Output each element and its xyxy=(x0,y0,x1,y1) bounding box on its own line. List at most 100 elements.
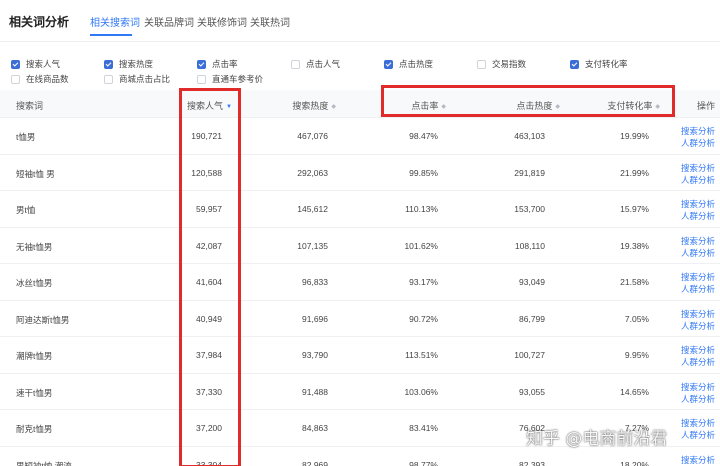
page-header: 相关词分析 相关搜索词 关联品牌词 关联修饰词 关联热词 xyxy=(0,0,720,42)
search-analysis-link[interactable]: 搜索分析 xyxy=(681,198,715,210)
table-row xyxy=(0,301,720,337)
checkbox-click-popularity[interactable]: 点击人气 xyxy=(291,58,340,70)
checkbox-trade-index[interactable]: 交易指数 xyxy=(477,58,526,70)
checkbox-checked-icon xyxy=(570,59,579,69)
cell-search-heat: 145,612 xyxy=(297,204,328,214)
cell-pay-conversion: 19.38% xyxy=(620,240,649,251)
cell-click-rate: 98.77% xyxy=(409,459,438,466)
column-header-label: 操作 xyxy=(697,101,716,111)
checkbox-label: 搜索人气 xyxy=(26,59,61,69)
cell-keyword: 短袖t恤 男 xyxy=(16,168,55,179)
crowd-analysis-link[interactable]: 人群分析 xyxy=(681,210,715,222)
cell-search-heat: 467,076 xyxy=(297,131,328,141)
cell-click-rate: 110.13% xyxy=(405,204,438,214)
cell-pay-conversion: 15.97% xyxy=(620,204,649,214)
table-row xyxy=(0,374,720,410)
cell-keyword: 男短袖t恤 潮流 xyxy=(16,460,72,466)
cell-search-heat: 96,833 xyxy=(302,277,328,287)
cell-pay-conversion: 7.05% xyxy=(624,313,649,324)
search-analysis-link[interactable]: 搜索分析 xyxy=(681,454,715,466)
checkbox-label: 点击人气 xyxy=(306,59,341,69)
column-header-actions: 操作 xyxy=(697,99,715,112)
tab-related-hot-words[interactable]: 关联热词 xyxy=(250,14,290,29)
crowd-analysis-link[interactable]: 人群分析 xyxy=(681,283,715,295)
crowd-analysis-link[interactable]: 人群分析 xyxy=(681,393,715,405)
checkbox-search-heat[interactable]: 搜索热度 xyxy=(104,58,153,70)
crowd-analysis-link[interactable]: 人群分析 xyxy=(681,429,715,441)
checkbox-click-heat[interactable]: 点击热度 xyxy=(384,58,433,70)
column-header-label: 搜索词 xyxy=(16,101,44,111)
cell-search-heat: 292,063 xyxy=(297,167,328,178)
checkbox-unchecked-icon xyxy=(291,59,300,69)
table-row xyxy=(0,191,720,228)
table-row xyxy=(0,155,720,191)
checkbox-label: 点击率 xyxy=(212,59,238,69)
table-row xyxy=(0,118,720,155)
crowd-analysis-link[interactable]: 人群分析 xyxy=(681,247,715,259)
checkbox-label: 商城点击占比 xyxy=(119,74,171,84)
checkbox-label: 交易指数 xyxy=(492,59,527,69)
column-header-search-heat[interactable]: 搜索热度 ◆ xyxy=(292,99,336,112)
cell-click-heat: 82,393 xyxy=(519,459,545,466)
cell-pay-conversion: 21.58% xyxy=(620,277,649,287)
cell-search-heat: 91,488 xyxy=(302,386,328,397)
search-analysis-link[interactable]: 搜索分析 xyxy=(681,235,715,247)
checkbox-online-items[interactable]: 在线商品数 xyxy=(11,73,69,85)
checkbox-click-rate[interactable]: 点击率 xyxy=(197,58,238,70)
cell-keyword: 阿迪达斯t恤男 xyxy=(16,314,70,325)
search-analysis-link[interactable]: 搜索分析 xyxy=(681,344,715,356)
cell-pay-conversion: 9.95% xyxy=(624,350,649,360)
checkbox-label: 搜索热度 xyxy=(119,59,154,69)
checkbox-express-ref-price[interactable]: 直通车参考价 xyxy=(197,73,263,85)
cell-click-heat: 93,049 xyxy=(519,277,545,287)
cell-click-rate: 101.62% xyxy=(404,240,438,251)
cell-search-heat: 93,790 xyxy=(302,350,328,360)
checkbox-pay-conversion[interactable]: 支付转化率 xyxy=(570,58,628,70)
cell-search-heat: 84,863 xyxy=(302,423,328,433)
table-row xyxy=(0,337,720,374)
checkbox-checked-icon xyxy=(104,59,113,69)
crowd-analysis-link[interactable]: 人群分析 xyxy=(681,174,715,186)
table-row xyxy=(0,228,720,264)
column-header-label: 搜索热度 xyxy=(292,101,329,111)
highlight-box-search-popularity xyxy=(179,88,241,466)
table-row xyxy=(0,264,720,301)
search-analysis-link[interactable]: 搜索分析 xyxy=(681,417,715,429)
tab-related-search-words[interactable]: 相关搜索词 xyxy=(90,14,140,29)
cell-click-rate: 90.72% xyxy=(409,313,438,324)
search-analysis-link[interactable]: 搜索分析 xyxy=(681,381,715,393)
cell-click-heat: 291,819 xyxy=(514,167,545,178)
tab-related-brand-words[interactable]: 关联品牌词 xyxy=(144,14,194,29)
cell-click-heat: 108,110 xyxy=(514,240,545,251)
cell-pay-conversion: 18.20% xyxy=(620,459,649,466)
cell-keyword: 耐克t恤男 xyxy=(16,424,53,434)
cell-keyword: 冰丝t恤男 xyxy=(16,278,53,288)
checkbox-label: 直通车参考价 xyxy=(212,74,264,84)
cell-click-rate: 103.06% xyxy=(404,386,438,397)
checkbox-unchecked-icon xyxy=(197,74,206,84)
tab-related-modifier-words[interactable]: 关联修饰词 xyxy=(197,14,247,29)
cell-search-heat: 82,969 xyxy=(302,459,328,466)
cell-keyword: 无袖t恤男 xyxy=(16,241,53,252)
checkbox-search-popularity[interactable]: 搜索人气 xyxy=(11,58,60,70)
checkbox-mall-click-share[interactable]: 商城点击占比 xyxy=(104,73,170,85)
crowd-analysis-link[interactable]: 人群分析 xyxy=(681,356,715,368)
cell-pay-conversion: 19.99% xyxy=(620,131,649,141)
checkbox-checked-icon xyxy=(11,59,20,69)
cell-pay-conversion: 21.99% xyxy=(620,167,649,178)
cell-click-rate: 98.47% xyxy=(409,131,438,141)
search-analysis-link[interactable]: 搜索分析 xyxy=(681,308,715,320)
search-analysis-link[interactable]: 搜索分析 xyxy=(681,162,715,174)
cell-click-heat: 463,103 xyxy=(514,131,545,141)
crowd-analysis-link[interactable]: 人群分析 xyxy=(681,137,715,149)
highlight-box-click-metrics xyxy=(381,85,675,117)
checkbox-unchecked-icon xyxy=(477,59,486,69)
crowd-analysis-link[interactable]: 人群分析 xyxy=(681,320,715,332)
cell-keyword: 男t恤 xyxy=(16,205,36,215)
cell-click-rate: 93.17% xyxy=(409,277,438,287)
cell-keyword: 速干t恤男 xyxy=(16,387,53,398)
sort-icon[interactable]: ◆ xyxy=(331,104,336,110)
page-title: 相关词分析 xyxy=(9,15,70,29)
search-analysis-link[interactable]: 搜索分析 xyxy=(681,125,715,137)
search-analysis-link[interactable]: 搜索分析 xyxy=(681,271,715,283)
